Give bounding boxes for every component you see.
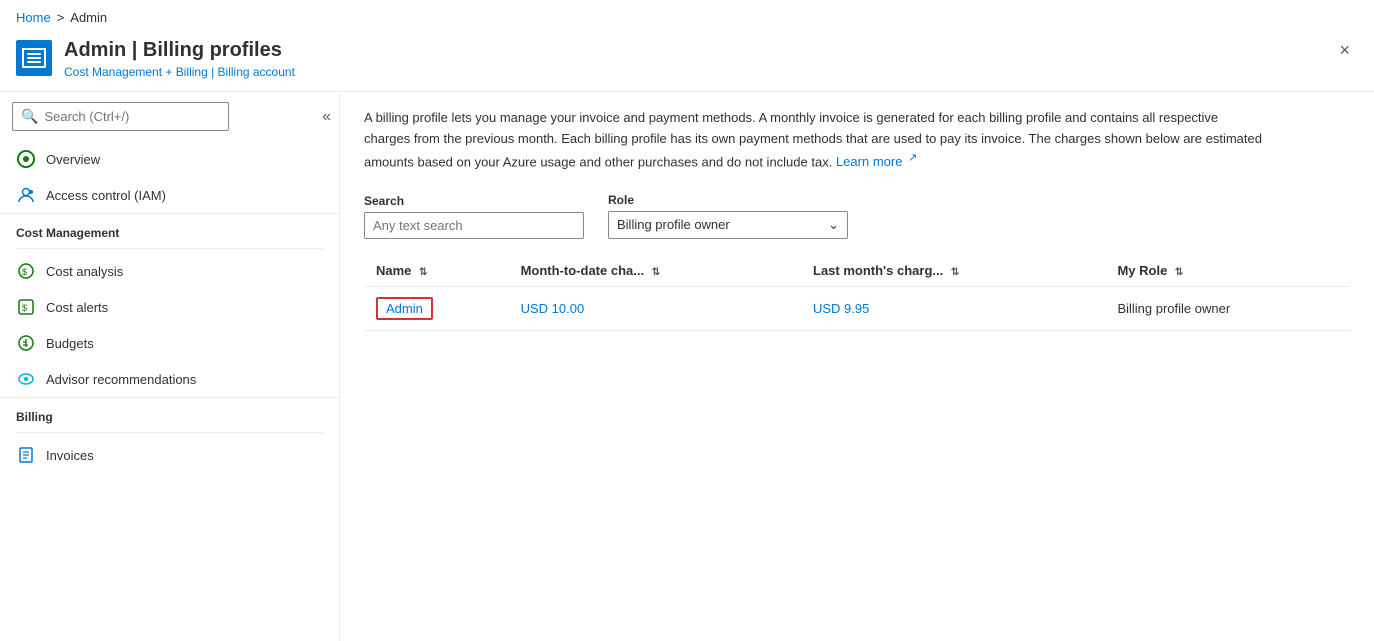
collapse-sidebar-button[interactable]: « — [314, 102, 339, 132]
role-filter-group: Role Billing profile owner ⌄ — [608, 193, 848, 239]
col-name: Name ⇅ — [364, 255, 509, 287]
cost-alerts-icon: $ — [16, 297, 36, 317]
sidebar-item-label: Budgets — [46, 336, 94, 351]
section-divider — [16, 432, 323, 433]
page-header: Admin | Billing profiles Cost Management… — [0, 29, 1374, 92]
sort-icon[interactable]: ⇅ — [1175, 267, 1183, 278]
month-to-date-value: USD 10.00 — [521, 301, 585, 316]
admin-link[interactable]: Admin — [386, 301, 423, 316]
my-role-value: Billing profile owner — [1117, 301, 1230, 316]
external-link-icon: ↗ — [908, 152, 917, 164]
billing-profiles-icon — [22, 48, 46, 68]
admin-cell-highlight: Admin — [376, 297, 433, 320]
sidebar-item-cost-alerts[interactable]: $ Cost alerts — [0, 289, 339, 325]
sort-icon[interactable]: ⇅ — [951, 267, 959, 278]
cell-name: Admin — [364, 286, 509, 330]
search-filter-group: Search — [364, 194, 584, 239]
sidebar-item-label: Invoices — [46, 448, 94, 463]
col-last-month: Last month's charg... ⇅ — [801, 255, 1105, 287]
sidebar-item-cost-analysis[interactable]: $ Cost analysis — [0, 253, 339, 289]
page-icon — [16, 40, 52, 76]
invoices-icon — [16, 445, 36, 465]
sidebar-item-label: Cost analysis — [46, 264, 123, 279]
section-divider — [16, 248, 323, 249]
sidebar: 🔍 « Overview Access control (IAM) Cost M… — [0, 92, 340, 641]
cost-analysis-icon: $ — [16, 261, 36, 281]
cost-management-section-label: Cost Management — [0, 213, 339, 244]
table-body: Admin USD 10.00 USD 9.95 Billing profile… — [364, 286, 1350, 330]
page-title-group: Admin | Billing profiles Cost Management… — [64, 37, 295, 79]
sidebar-item-label: Advisor recommendations — [46, 372, 196, 387]
main-content: A billing profile lets you manage your i… — [340, 92, 1374, 641]
sidebar-item-label: Cost alerts — [46, 300, 108, 315]
role-filter-value: Billing profile owner — [617, 217, 730, 232]
page-header-left: Admin | Billing profiles Cost Management… — [16, 37, 295, 79]
sidebar-search-container[interactable]: 🔍 — [12, 102, 229, 131]
billing-section-label: Billing — [0, 397, 339, 428]
description-text: A billing profile lets you manage your i… — [364, 108, 1264, 173]
sidebar-item-budgets[interactable]: Budgets — [0, 325, 339, 361]
col-my-role: My Role ⇅ — [1105, 255, 1350, 287]
close-button[interactable]: × — [1331, 37, 1358, 63]
svg-text:$: $ — [22, 267, 27, 277]
breadcrumb: Home > Admin — [0, 0, 1374, 29]
search-filter-input[interactable] — [364, 212, 584, 239]
svg-text:$: $ — [22, 303, 27, 313]
role-filter-label: Role — [608, 193, 848, 207]
cell-last-month: USD 9.95 — [801, 286, 1105, 330]
breadcrumb-current: Admin — [70, 10, 107, 25]
search-icon: 🔍 — [21, 108, 38, 125]
main-layout: 🔍 « Overview Access control (IAM) Cost M… — [0, 92, 1374, 641]
chevron-down-icon: ⌄ — [828, 217, 839, 233]
learn-more-link[interactable]: Learn more ↗ — [836, 154, 917, 169]
search-input[interactable] — [44, 109, 220, 124]
table-header: Name ⇅ Month-to-date cha... ⇅ Last month… — [364, 255, 1350, 287]
search-filter-label: Search — [364, 194, 584, 208]
iam-icon — [16, 185, 36, 205]
sidebar-item-overview[interactable]: Overview — [0, 141, 339, 177]
sort-icon[interactable]: ⇅ — [419, 267, 427, 278]
table-row: Admin USD 10.00 USD 9.95 Billing profile… — [364, 286, 1350, 330]
sidebar-item-advisor[interactable]: Advisor recommendations — [0, 361, 339, 397]
breadcrumb-home[interactable]: Home — [16, 10, 51, 25]
last-month-value: USD 9.95 — [813, 301, 869, 316]
cell-my-role: Billing profile owner — [1105, 286, 1350, 330]
budgets-icon — [16, 333, 36, 353]
sidebar-item-invoices[interactable]: Invoices — [0, 437, 339, 473]
page-subtitle: Cost Management + Billing | Billing acco… — [64, 65, 295, 79]
sort-icon[interactable]: ⇅ — [652, 267, 660, 278]
col-month-to-date: Month-to-date cha... ⇅ — [509, 255, 801, 287]
sidebar-item-label: Overview — [46, 152, 100, 167]
sidebar-item-iam[interactable]: Access control (IAM) — [0, 177, 339, 213]
cell-month-to-date: USD 10.00 — [509, 286, 801, 330]
filters-row: Search Role Billing profile owner ⌄ — [364, 193, 1350, 239]
overview-icon — [16, 149, 36, 169]
sidebar-item-label: Access control (IAM) — [46, 188, 166, 203]
role-filter-select[interactable]: Billing profile owner ⌄ — [608, 211, 848, 239]
sidebar-nav: Overview Access control (IAM) Cost Manag… — [0, 141, 339, 641]
page-title: Admin | Billing profiles — [64, 37, 295, 63]
advisor-icon — [16, 369, 36, 389]
breadcrumb-separator: > — [57, 10, 65, 25]
billing-profiles-table: Name ⇅ Month-to-date cha... ⇅ Last month… — [364, 255, 1350, 331]
